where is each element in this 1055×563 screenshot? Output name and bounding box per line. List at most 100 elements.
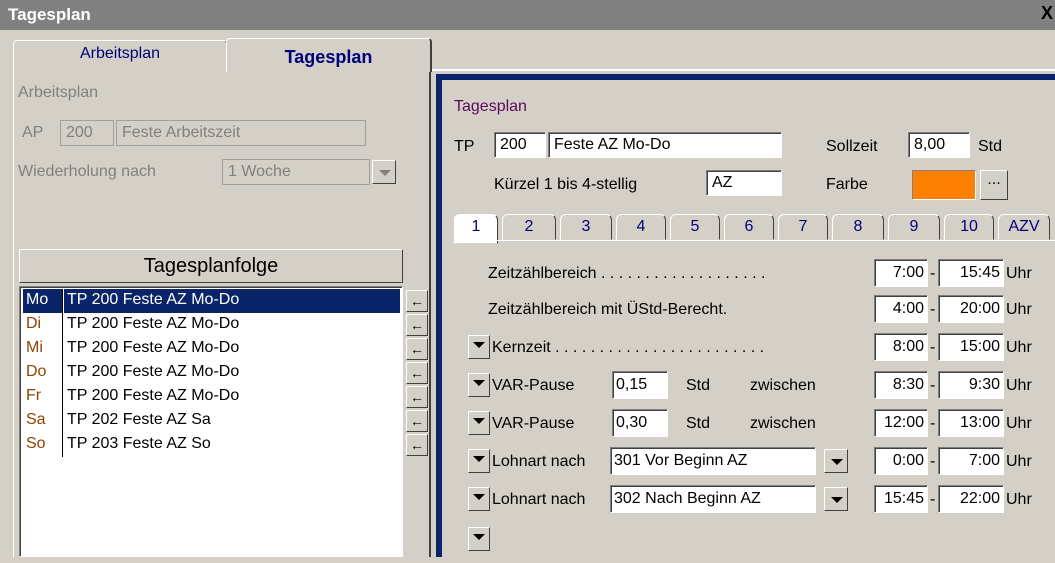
lohnart-2-to[interactable]: 22:00 bbox=[938, 485, 1004, 513]
lohnart-2-dropdown-button[interactable] bbox=[468, 487, 490, 511]
lohnart-1-to[interactable]: 7:00 bbox=[938, 447, 1004, 475]
day-label: So bbox=[23, 433, 63, 457]
day-label: Mi bbox=[23, 337, 63, 361]
close-icon[interactable]: X bbox=[1041, 3, 1053, 25]
tab-arbeitsplan[interactable]: Arbeitsplan bbox=[13, 40, 228, 70]
kernzeit-to[interactable]: 15:00 bbox=[938, 333, 1004, 361]
zeitzaehl-ue-unit: Uhr bbox=[1006, 301, 1032, 318]
assign-arrow-button[interactable]: ← bbox=[406, 338, 428, 360]
zeitzaehl-label: Zeitzählbereich . . . . . . . . . . . . … bbox=[488, 265, 766, 282]
repeat-label: Wiederholung nach bbox=[18, 163, 156, 180]
list-item[interactable]: Fr TP 200 Feste AZ Mo-Do bbox=[22, 385, 400, 409]
add-row-dropdown-button[interactable] bbox=[468, 527, 490, 551]
var-pause-2-hours[interactable]: 0,30 bbox=[612, 409, 668, 437]
lohnart-2-select[interactable]: 302 Nach Beginn AZ bbox=[610, 485, 816, 513]
kuerzel-field[interactable]: AZ bbox=[706, 170, 782, 196]
zeitzaehl-ue-from[interactable]: 4:00 bbox=[874, 295, 928, 323]
kernzeit-from[interactable]: 8:00 bbox=[874, 333, 928, 361]
day-tab-azv[interactable]: AZV bbox=[998, 214, 1050, 240]
var-pause-2-from[interactable]: 12:00 bbox=[874, 409, 928, 437]
ap-name-field[interactable]: Feste Arbeitszeit bbox=[116, 120, 366, 146]
var-pause-2-to[interactable]: 13:00 bbox=[938, 409, 1004, 437]
assign-arrow-button[interactable]: ← bbox=[406, 410, 428, 432]
day-tab-8[interactable]: 8 bbox=[832, 214, 884, 240]
tab-arbeitsplan-label: Arbeitsplan bbox=[79, 45, 161, 62]
list-item[interactable]: Sa TP 202 Feste AZ Sa bbox=[22, 409, 400, 433]
sequence-header: Tagesplanfolge bbox=[19, 249, 403, 283]
list-item[interactable]: Di TP 200 Feste AZ Mo-Do bbox=[22, 313, 400, 337]
plan-label: TP 203 Feste AZ So bbox=[67, 435, 211, 452]
sollzeit-field[interactable]: 8,00 bbox=[908, 132, 970, 158]
ap-number-field[interactable]: 200 bbox=[60, 120, 114, 146]
day-tab-3[interactable]: 3 bbox=[560, 214, 612, 240]
lohnart-1-from[interactable]: 0:00 bbox=[874, 447, 928, 475]
var-pause-2-dropdown-button[interactable] bbox=[468, 411, 490, 435]
lohnart-2-label: Lohnart nach bbox=[492, 491, 586, 508]
farbe-label: Farbe bbox=[826, 176, 868, 193]
day-tab-4[interactable]: 4 bbox=[616, 214, 666, 240]
plan-label: TP 202 Feste AZ Sa bbox=[67, 411, 211, 428]
list-item[interactable]: Mi TP 200 Feste AZ Mo-Do bbox=[22, 337, 400, 361]
title-bar: Tagesplan X bbox=[0, 0, 1055, 30]
assign-arrow-button[interactable]: ← bbox=[406, 362, 428, 384]
day-tab-6[interactable]: 6 bbox=[724, 214, 774, 240]
range-dash: - bbox=[930, 265, 936, 282]
day-label: Mo bbox=[23, 289, 63, 313]
zeitzaehl-to[interactable]: 15:45 bbox=[938, 259, 1004, 287]
lohnart-2-unit: Uhr bbox=[1006, 491, 1032, 508]
tp-number-field[interactable]: 200 bbox=[494, 132, 546, 158]
var-pause-2-unit: Uhr bbox=[1006, 415, 1032, 432]
day-tab-9[interactable]: 9 bbox=[888, 214, 940, 240]
day-label: Do bbox=[23, 361, 63, 385]
kernzeit-label: Kernzeit . . . . . . . . . . . . . . . .… bbox=[492, 339, 765, 356]
lohnart-1-dropdown-button[interactable] bbox=[468, 449, 490, 473]
sequence-list[interactable]: Mo TP 200 Feste AZ Mo-Do Di TP 200 Feste… bbox=[19, 286, 403, 557]
var-pause-1-label: VAR-Pause bbox=[492, 377, 575, 394]
plan-label: TP 200 Feste AZ Mo-Do bbox=[67, 315, 240, 332]
range-dash: - bbox=[930, 453, 936, 470]
zeitzaehl-ue-label: Zeitzählbereich mit ÜStd-Berecht. bbox=[488, 301, 728, 318]
farbe-swatch[interactable] bbox=[912, 170, 976, 200]
zeitzaehl-unit: Uhr bbox=[1006, 265, 1032, 282]
list-item[interactable]: Do TP 200 Feste AZ Mo-Do bbox=[22, 361, 400, 385]
tab-tagesplan[interactable]: Tagesplan bbox=[226, 38, 432, 72]
var-pause-1-dropdown-button[interactable] bbox=[468, 373, 490, 397]
day-label: Fr bbox=[23, 385, 63, 409]
day-tab-2[interactable]: 2 bbox=[502, 214, 556, 240]
lohnart-1-select-button[interactable] bbox=[824, 449, 848, 473]
list-item[interactable]: So TP 203 Feste AZ So bbox=[22, 433, 400, 457]
assign-arrow-button[interactable]: ← bbox=[406, 386, 428, 408]
lohnart-2-from[interactable]: 15:45 bbox=[874, 485, 928, 513]
list-item[interactable]: Mo TP 200 Feste AZ Mo-Do bbox=[22, 289, 400, 313]
lohnart-1-label: Lohnart nach bbox=[492, 453, 586, 470]
assign-arrow-button[interactable]: ← bbox=[406, 314, 428, 336]
var-pause-1-to[interactable]: 9:30 bbox=[938, 371, 1004, 399]
day-tab-10[interactable]: 10 bbox=[944, 214, 994, 240]
var-pause-1-between: zwischen bbox=[750, 377, 816, 394]
sollzeit-unit: Std bbox=[978, 138, 1003, 155]
lohnart-2-select-button[interactable] bbox=[824, 487, 848, 511]
kernzeit-unit: Uhr bbox=[1006, 339, 1032, 356]
lohnart-1-unit: Uhr bbox=[1006, 453, 1032, 470]
right-panel: Tagesplan TP 200 Feste AZ Mo-Do Sollzeit… bbox=[436, 74, 1055, 557]
kernzeit-dropdown-button[interactable] bbox=[468, 335, 490, 359]
day-tab-content: Zeitzählbereich . . . . . . . . . . . . … bbox=[454, 240, 1055, 563]
assign-arrow-button[interactable]: ← bbox=[406, 434, 428, 456]
day-tab-5[interactable]: 5 bbox=[670, 214, 720, 240]
var-pause-1-hours[interactable]: 0,15 bbox=[612, 371, 668, 399]
farbe-picker-button[interactable]: ... bbox=[980, 170, 1008, 200]
day-tab-7[interactable]: 7 bbox=[778, 214, 828, 240]
assign-arrow-button[interactable]: ← bbox=[406, 290, 428, 312]
var-pause-1-from[interactable]: 8:30 bbox=[874, 371, 928, 399]
tp-name-field[interactable]: Feste AZ Mo-Do bbox=[548, 132, 782, 158]
tab-strip-line bbox=[432, 69, 1055, 71]
plan-label: TP 200 Feste AZ Mo-Do bbox=[67, 339, 240, 356]
repeat-dropdown-button[interactable] bbox=[372, 160, 396, 184]
day-label: Sa bbox=[23, 409, 63, 433]
lohnart-1-select[interactable]: 301 Vor Beginn AZ bbox=[610, 447, 816, 475]
zeitzaehl-ue-to[interactable]: 20:00 bbox=[938, 295, 1004, 323]
kuerzel-label: Kürzel 1 bis 4-stellig bbox=[494, 176, 638, 193]
repeat-select[interactable]: 1 Woche bbox=[222, 159, 370, 185]
zeitzaehl-from[interactable]: 7:00 bbox=[874, 259, 928, 287]
tp-label: TP bbox=[454, 138, 475, 155]
